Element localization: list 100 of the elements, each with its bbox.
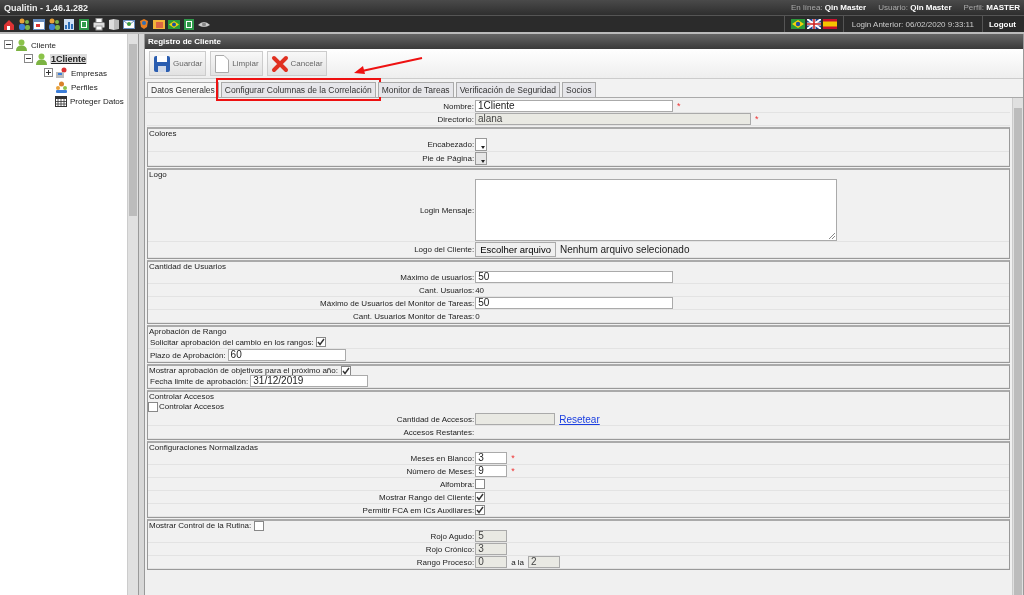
envelope-icon[interactable] — [122, 17, 136, 31]
field-label: Máximo de Usuarios del Monitor de Tareas: — [320, 298, 475, 308]
text-field[interactable]: 60 — [227, 349, 346, 361]
section-legend: Aprobación de Rango — [149, 327, 227, 336]
panel-title: Registro de Cliente — [148, 37, 221, 46]
tree-item[interactable]: Empresas — [70, 68, 108, 78]
toolbar-button[interactable]: Guardar — [149, 51, 207, 76]
field-label: Rojo Agudo: — [430, 531, 475, 541]
toolbar-button[interactable]: Cancelar — [266, 51, 327, 76]
checkbox[interactable] — [148, 402, 158, 412]
field-label: Alfombra: — [439, 479, 475, 489]
field-label: Pie de Página: — [422, 154, 475, 163]
range-separator: a la — [511, 557, 525, 567]
spreadsheet-icon[interactable] — [77, 17, 91, 31]
flag-icon[interactable] — [790, 19, 805, 29]
field-label: Mostrar Rango del Cliente: — [379, 492, 475, 502]
field-label: Meses en Blanco: — [410, 453, 475, 463]
checkbox[interactable] — [315, 337, 326, 347]
spreadsheet-icon[interactable] — [182, 17, 196, 31]
checkbox[interactable] — [475, 505, 486, 515]
field-label: Encabezado: — [427, 140, 475, 149]
field-label: Logo del Cliente: — [414, 245, 475, 254]
section-legend: Configuraciones Normalizadas — [149, 443, 258, 452]
session-label: Perfil: — [963, 3, 984, 12]
dropdown-caret-icon — [481, 160, 486, 163]
text-field[interactable]: 1Cliente — [474, 100, 673, 112]
checkbox[interactable] — [475, 492, 486, 502]
bar-chart-icon[interactable] — [62, 17, 76, 31]
expand-icon[interactable] — [44, 67, 53, 77]
calendar-icon — [55, 95, 67, 107]
required-mark: * — [676, 101, 681, 111]
field-label: Plazo de Aprobación: — [150, 350, 226, 360]
house-icon[interactable] — [2, 17, 16, 31]
field-label: Login Mensaje: — [419, 205, 475, 215]
folder-icon[interactable] — [152, 17, 166, 31]
required-mark: * — [754, 114, 759, 124]
logout-link[interactable]: Logout — [982, 19, 1022, 29]
user-icon — [35, 53, 48, 65]
flag-icon[interactable] — [167, 17, 181, 31]
tab[interactable]: Socios — [562, 82, 596, 97]
file-status: Nenhum arquivo selecionado — [559, 244, 690, 255]
field-label: Cant. Usuarios Monitor de Tareas: — [352, 311, 475, 321]
tab[interactable]: Monitor de Tareas — [377, 82, 454, 97]
window-icon[interactable] — [32, 17, 46, 31]
text-field[interactable]: 50 — [475, 271, 674, 283]
dropdown-caret-icon — [481, 146, 486, 149]
tab[interactable]: Datos Generales — [147, 82, 219, 97]
book-icon[interactable] — [107, 17, 121, 31]
field-label: Número de Meses: — [406, 466, 475, 476]
tab[interactable]: Configurar Columnas de la Correlación — [220, 82, 376, 97]
window-title: Qualitin - 1.46.1.282 — [4, 2, 89, 13]
section-legend: Mostrar Control de la Rutina: — [149, 521, 252, 530]
value-text: 40 — [475, 285, 485, 295]
checkbox-label: Controlar Accesos — [159, 402, 224, 411]
section-legend: Colores — [149, 129, 177, 138]
scrollbar[interactable] — [127, 34, 138, 595]
session-label: En línea: — [791, 3, 823, 12]
session-value: Qin Master — [910, 3, 952, 12]
field-label: Permitir FCA em ICs Auxiliares: — [362, 505, 475, 515]
resize-grip-icon[interactable] — [828, 232, 836, 239]
field-label: Máximo de usuarios: — [400, 272, 475, 282]
text-field[interactable]: 50 — [475, 297, 674, 309]
session-value: MASTER — [986, 3, 1020, 12]
field-label: Rojo Crónico: — [425, 544, 475, 554]
field-label: Nombre: — [443, 101, 474, 111]
session-value: Qin Master — [824, 3, 867, 12]
section-legend: Controlar Accesos — [149, 392, 214, 401]
tree-item[interactable]: Perfiles — [70, 82, 99, 92]
collapse-icon[interactable] — [4, 39, 13, 49]
scrollbar[interactable] — [1012, 98, 1023, 595]
section-legend: Logo — [149, 170, 167, 179]
tab[interactable]: Verificación de Seguridad — [455, 82, 561, 97]
field-label: Cant. Usuarios: — [419, 285, 475, 295]
cross-icon — [270, 54, 289, 73]
user-icon — [15, 39, 28, 51]
field-label: Cantidad de Accesos: — [396, 414, 475, 424]
checkbox[interactable] — [475, 479, 486, 489]
field-label: Directorio: — [437, 114, 474, 124]
required-mark: * — [511, 466, 515, 476]
text-field[interactable]: 3 — [475, 452, 508, 464]
value-text: 0 — [475, 311, 480, 321]
printer-icon[interactable] — [92, 17, 106, 31]
text-field[interactable]: 9 — [475, 465, 508, 477]
flag-icon[interactable] — [806, 19, 821, 29]
field-label: Accesos Restantes: — [403, 427, 475, 437]
text-field[interactable]: 31/12/2019 — [250, 375, 369, 387]
field-label: Fecha limite de aprobación: — [150, 376, 249, 386]
flag-icon[interactable] — [822, 19, 837, 29]
shield-icon[interactable] — [137, 17, 151, 31]
field-label: Solicitar aprobación del cambio en los rangos: — [150, 337, 314, 347]
checkbox[interactable] — [254, 520, 265, 531]
color-picker[interactable] — [475, 138, 488, 151]
tree-item[interactable]: 1Cliente — [50, 54, 87, 64]
collapse-icon[interactable] — [24, 53, 33, 63]
choose-file-button[interactable]: Escolher arquivo — [475, 242, 556, 257]
section-legend: Cantidad de Usuarios — [149, 262, 226, 271]
section-legend: Mostrar aprobación de objetivos para el próximo año: — [149, 366, 338, 375]
tree-item[interactable]: Cliente — [30, 40, 57, 50]
toolbar-button[interactable]: Limpiar — [210, 51, 263, 76]
tree-item[interactable]: Proteger Datos — [69, 96, 125, 106]
